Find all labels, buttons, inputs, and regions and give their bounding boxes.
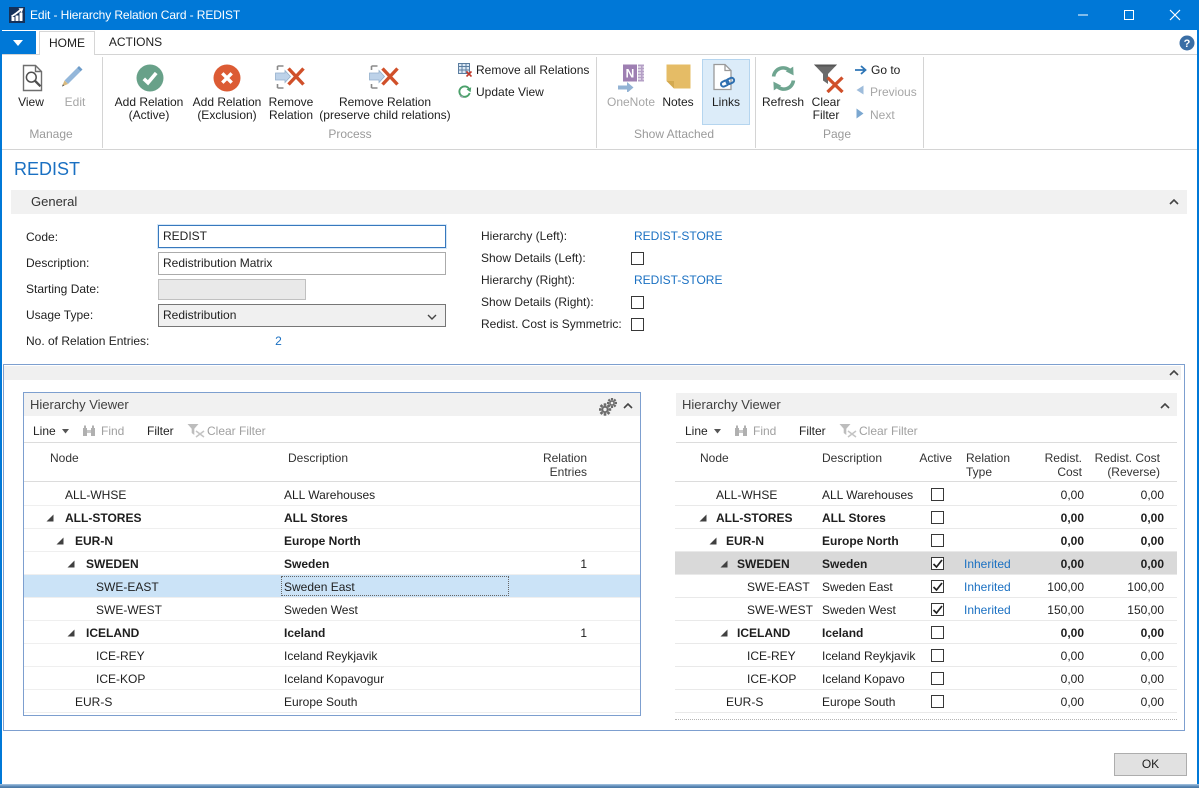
svg-text:N: N [626,67,635,81]
svg-text:?: ? [1184,38,1191,50]
